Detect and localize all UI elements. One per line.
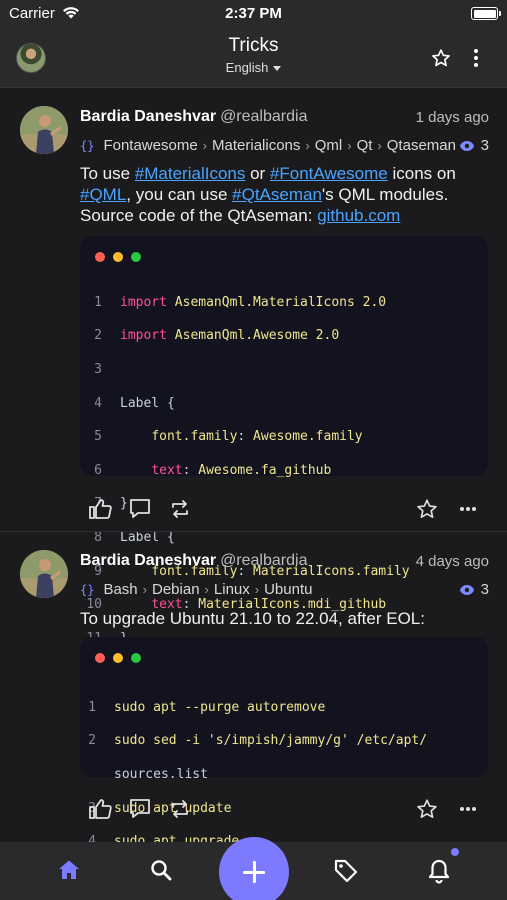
- author-name[interactable]: Bardia Daneshvar: [80, 552, 216, 569]
- code-braces-icon: {}: [80, 139, 95, 153]
- code-block: 1 sudo apt --purge autoremove 2 sudo sed -…: [80, 637, 488, 849]
- post-card[interactable]: Bardia Daneshvar @realbardia 4 days ago {…: [0, 533, 507, 849]
- red-dot: [95, 653, 105, 663]
- green-dot: [131, 252, 141, 262]
- like-icon[interactable]: [88, 498, 112, 520]
- eye-icon: [459, 585, 474, 595]
- hashtag-link[interactable]: #FontAwesome: [270, 164, 388, 183]
- yellow-dot: [113, 252, 123, 262]
- tag-item[interactable]: Ubuntu: [264, 581, 312, 598]
- more-vertical-icon[interactable]: [468, 48, 484, 68]
- tag-item[interactable]: Fontawesome: [103, 137, 197, 154]
- bookmark-star-icon[interactable]: [416, 798, 438, 820]
- add-icon[interactable]: [219, 837, 289, 900]
- author-handle[interactable]: @realbardia: [220, 552, 307, 569]
- post-card[interactable]: Bardia Daneshvar @realbardia 1 days ago {…: [0, 88, 507, 646]
- code-line: 2 sudo sed -i 's/impish/jammy/g' /etc/apt…: [88, 733, 428, 749]
- tag-item[interactable]: Qtaseman: [387, 137, 455, 154]
- post-text: To use #MaterialIcons or #FontAwesome ic…: [80, 163, 480, 226]
- eye-icon: [459, 141, 474, 151]
- comment-icon[interactable]: [129, 798, 151, 820]
- code-line: 2 import AsemanQml.Awesome 2.0: [94, 328, 340, 344]
- chevron-right-icon: ›: [305, 138, 310, 153]
- avatar-photo: [20, 106, 68, 154]
- tag-item[interactable]: Debian: [152, 581, 200, 598]
- avatar-photo: [20, 550, 68, 598]
- clock: 2:37 PM: [225, 5, 282, 22]
- tag-item[interactable]: Qml: [315, 137, 343, 154]
- search-icon[interactable]: [149, 858, 173, 882]
- battery-icon: [471, 7, 501, 20]
- author-name-row: Bardia Daneshvar @realbardia: [80, 552, 307, 570]
- star-icon[interactable]: [431, 48, 451, 68]
- yellow-dot: [113, 653, 123, 663]
- chevron-right-icon: ›: [204, 582, 209, 597]
- bookmark-star-icon[interactable]: [416, 498, 438, 520]
- text-segment: To use: [80, 164, 135, 183]
- text-segment: , you can use: [126, 185, 233, 204]
- green-dot: [131, 653, 141, 663]
- author-name-row: Bardia Daneshvar @realbardia: [80, 108, 307, 126]
- code-line: 5 font.family: Awesome.family: [94, 429, 363, 445]
- code-line: 3: [94, 361, 102, 377]
- comment-icon[interactable]: [129, 498, 151, 520]
- tag-breadcrumb: {} Fontawesome › Materialicons › Qml › Qt › Qtase…: [80, 137, 455, 154]
- view-count: 3: [459, 581, 489, 598]
- view-count-value: 3: [480, 137, 489, 154]
- chevron-right-icon: ›: [254, 582, 260, 597]
- code-block: 1 import AsemanQml.MaterialIcons 2.0 2 imp…: [80, 236, 488, 646]
- post-actions: [0, 498, 507, 530]
- divider: [0, 531, 507, 532]
- code-line: 1 sudo apt --purge autoremove: [88, 699, 326, 715]
- red-dot: [95, 252, 105, 262]
- repost-icon[interactable]: [170, 498, 190, 520]
- language-label: English: [225, 60, 269, 75]
- url-link[interactable]: github.com: [317, 206, 400, 225]
- more-horizontal-icon[interactable]: [459, 806, 477, 812]
- text-segment: or: [245, 164, 270, 183]
- code-line: 6 text: Awesome.fa_github: [94, 462, 332, 478]
- post-text: To upgrade Ubuntu 21.10 to 22.04, after …: [80, 609, 425, 628]
- author-handle[interactable]: @realbardia: [220, 108, 307, 125]
- hashtag-link[interactable]: #QML: [80, 185, 126, 204]
- author-name[interactable]: Bardia Daneshvar: [80, 108, 216, 125]
- tag-icon[interactable]: [333, 858, 359, 884]
- notification-badge: [451, 848, 459, 856]
- status-bar: Carrier 2:37 PM: [0, 0, 507, 28]
- caret-down-icon: [273, 66, 282, 72]
- chevron-right-icon: ›: [202, 138, 208, 153]
- home-icon[interactable]: [57, 858, 81, 882]
- like-icon[interactable]: [88, 798, 112, 820]
- tag-item[interactable]: Bash: [103, 581, 137, 598]
- text-segment: icons on: [387, 164, 456, 183]
- post-time: 4 days ago: [415, 553, 489, 570]
- app-header: Tricks English: [0, 28, 507, 88]
- view-count: 3: [459, 137, 489, 154]
- post-actions: [0, 798, 507, 830]
- code-line: 1 import AsemanQml.MaterialIcons 2.0: [94, 294, 387, 310]
- tag-item[interactable]: Materialicons: [212, 137, 300, 154]
- hashtag-link[interactable]: #MaterialIcons: [135, 164, 246, 183]
- chevron-right-icon: ›: [377, 138, 382, 153]
- repost-icon[interactable]: [170, 798, 190, 820]
- author-avatar[interactable]: [20, 106, 68, 154]
- code-line: 4 Label {: [94, 395, 175, 411]
- hashtag-link[interactable]: #QtAseman: [232, 185, 322, 204]
- author-avatar[interactable]: [20, 550, 68, 598]
- chevron-right-icon: ›: [142, 582, 147, 597]
- tag-item[interactable]: Linux: [214, 581, 250, 598]
- tag-breadcrumb: {} Bash › Debian › Linux › Ubuntu: [80, 581, 455, 598]
- code-line: sources.list: [114, 766, 208, 782]
- chevron-right-icon: ›: [347, 138, 352, 153]
- tag-item[interactable]: Qt: [357, 137, 373, 154]
- more-horizontal-icon[interactable]: [459, 506, 477, 512]
- post-time: 1 days ago: [415, 109, 489, 126]
- bell-icon[interactable]: [427, 858, 451, 884]
- code-braces-icon: {}: [80, 583, 95, 597]
- view-count-value: 3: [480, 581, 489, 598]
